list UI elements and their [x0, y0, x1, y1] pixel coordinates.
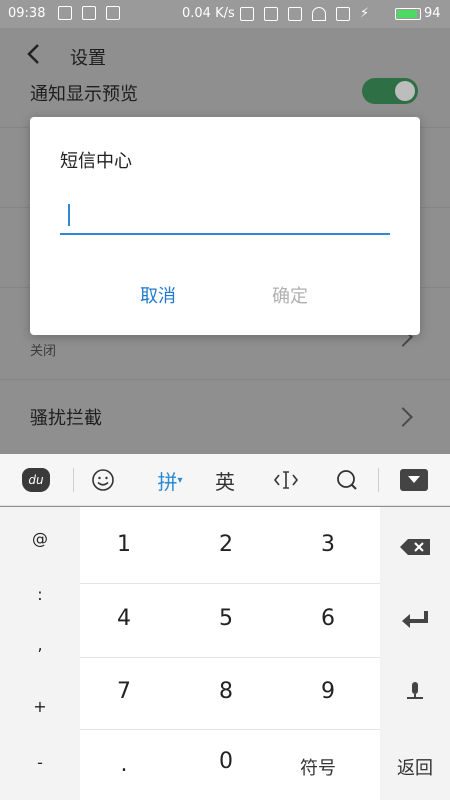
digit-key[interactable]: 5: [176, 584, 276, 654]
enter-icon: [402, 611, 428, 628]
digit-key[interactable]: 2: [176, 510, 276, 580]
battery-icon: [395, 8, 421, 20]
dialog-title: 短信中心: [60, 151, 132, 172]
symbols-key[interactable]: 符号: [300, 754, 336, 780]
du-logo-button[interactable]: du: [18, 454, 54, 506]
digit-key[interactable]: 0: [176, 727, 276, 797]
status-bar: 09:38 0.04 K/s ⚡ 94: [0, 0, 450, 28]
battery-percent: 94: [424, 6, 441, 21]
back-arrow-icon[interactable]: [22, 42, 46, 66]
collapse-keyboard-icon: [400, 469, 428, 491]
emoji-button[interactable]: [88, 454, 118, 506]
clock-icon: [288, 6, 302, 21]
text-caret: [68, 204, 70, 226]
digit-key[interactable]: 8: [176, 657, 276, 727]
search-icon: [337, 470, 357, 490]
system-icons: ⚡: [240, 6, 369, 21]
search-button[interactable]: [332, 454, 362, 506]
keyboard-toolbar: du 拼 ▾ 英: [0, 454, 450, 506]
app-bar: 设置: [0, 28, 450, 82]
pinyin-label: 拼: [157, 469, 178, 494]
page-title: 设置: [70, 48, 106, 69]
charging-icon: ⚡: [360, 6, 370, 21]
symbol-key[interactable]: ,: [0, 635, 80, 654]
symbol-key[interactable]: -: [0, 753, 80, 772]
digit-key[interactable]: 9: [278, 657, 378, 727]
setting-row-harassment-block[interactable]: 骚扰拦截: [0, 380, 450, 454]
return-key[interactable]: 返回: [380, 754, 450, 780]
cancel-button[interactable]: 取消: [98, 279, 218, 313]
network-speed: 0.04 K/s: [182, 6, 235, 21]
english-label: 英: [215, 469, 235, 494]
battery-fill: [397, 10, 417, 18]
symbol-key[interactable]: :: [0, 585, 80, 604]
hide-keyboard-button[interactable]: [398, 454, 430, 506]
chevron-right-icon: [393, 407, 413, 427]
microphone-icon: [407, 682, 423, 699]
bag-icon: [106, 6, 120, 20]
numeric-keyboard: @ : , + - 1 2 3 4 5 6 7 8 9 . 0 符号 返回: [0, 507, 450, 800]
signal-icon: [336, 6, 350, 21]
cursor-move-button[interactable]: [270, 454, 302, 506]
setting-label: 骚扰拦截: [30, 408, 102, 429]
digit-key[interactable]: 3: [278, 510, 378, 580]
dot-key[interactable]: .: [74, 730, 174, 800]
toolbar-divider: [73, 468, 74, 492]
du-app-icon: [240, 6, 254, 21]
pinyin-mode-button[interactable]: 拼 ▾: [150, 454, 190, 506]
backspace-key[interactable]: [380, 512, 450, 582]
sms-center-input[interactable]: [60, 199, 390, 235]
backspace-icon: [400, 539, 430, 555]
english-mode-button[interactable]: 英: [210, 454, 240, 506]
digit-key[interactable]: 7: [74, 657, 174, 727]
digit-key[interactable]: 6: [278, 584, 378, 654]
notification-preview-toggle[interactable]: [362, 78, 418, 104]
symbol-key[interactable]: +: [0, 697, 80, 716]
sms-center-dialog: 短信中心 取消 确定: [30, 117, 420, 335]
toolbar-divider: [378, 468, 379, 492]
setting-label: 通知显示预览: [30, 84, 138, 105]
setting-sub-label: 关闭: [30, 344, 57, 359]
cursor-icon: [273, 471, 299, 489]
vibrate-icon: [264, 6, 278, 21]
symbol-key[interactable]: @: [0, 529, 80, 548]
symbol-column: @ : , + -: [0, 507, 80, 800]
voice-key[interactable]: [380, 657, 450, 727]
digit-key[interactable]: 1: [74, 510, 174, 580]
keyboard-icon: [58, 6, 72, 20]
enter-key[interactable]: [380, 585, 450, 655]
digit-key[interactable]: 4: [74, 584, 174, 654]
du-logo-icon: du: [22, 468, 50, 492]
gallery-icon: [82, 6, 96, 20]
wifi-icon: [312, 6, 326, 21]
status-time: 09:38: [8, 6, 46, 21]
ok-button[interactable]: 确定: [230, 279, 350, 313]
smiley-icon: [92, 469, 114, 491]
notification-icons: [58, 6, 120, 20]
